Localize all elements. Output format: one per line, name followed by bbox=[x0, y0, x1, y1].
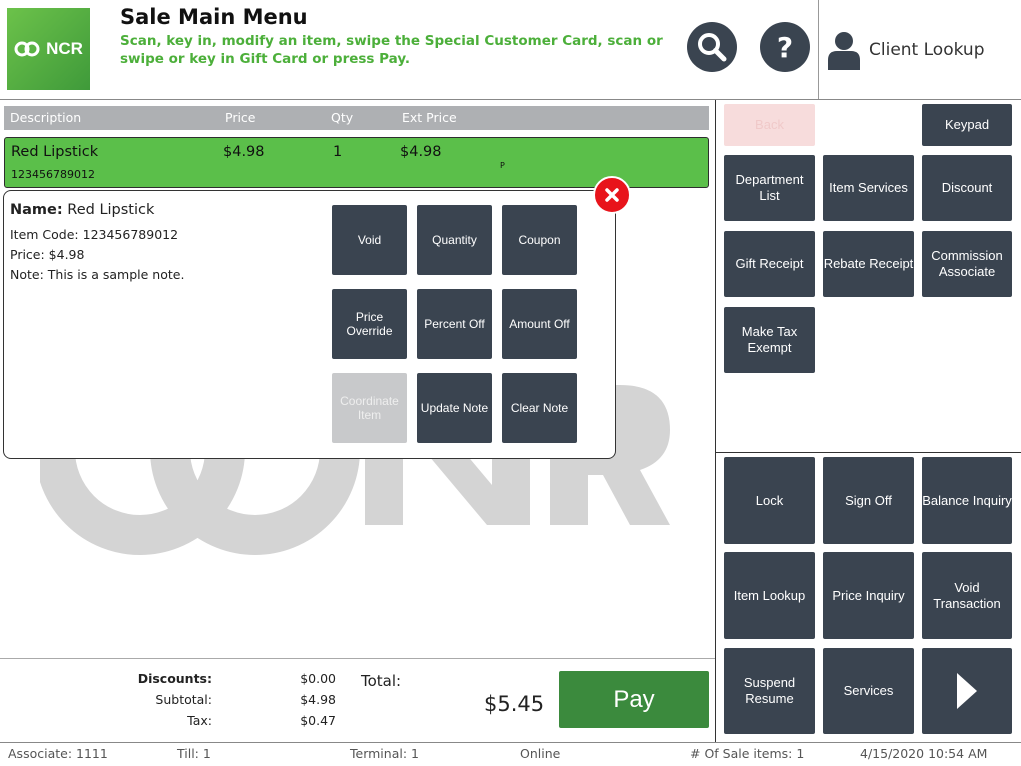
balance-inquiry-button[interactable]: Balance Inquiry bbox=[922, 457, 1012, 544]
status-associate: Associate: 1111 bbox=[8, 746, 108, 761]
search-icon bbox=[698, 33, 727, 62]
quantity-button[interactable]: Quantity bbox=[417, 205, 492, 275]
close-popup-button[interactable] bbox=[593, 176, 631, 214]
discounts-label: Discounts: bbox=[137, 671, 212, 686]
coordinate-item-button: Coordinate Item bbox=[332, 373, 407, 443]
status-online: Online bbox=[520, 746, 561, 761]
right-panel-divider bbox=[715, 452, 1021, 453]
next-page-button[interactable] bbox=[922, 648, 1012, 734]
column-price: Price bbox=[225, 110, 256, 125]
column-ext-price: Ext Price bbox=[402, 110, 457, 125]
column-qty: Qty bbox=[331, 110, 354, 125]
row-price: $4.98 bbox=[223, 144, 265, 160]
svg-text:?: ? bbox=[777, 31, 793, 63]
discount-button[interactable]: Discount bbox=[922, 155, 1012, 221]
commission-associate-button[interactable]: Commission Associate bbox=[922, 231, 1012, 297]
subtotal-value: $4.98 bbox=[300, 692, 336, 707]
panel-divider bbox=[715, 100, 716, 742]
coupon-button[interactable]: Coupon bbox=[502, 205, 577, 275]
status-terminal: Terminal: 1 bbox=[350, 746, 419, 761]
total-value: $5.45 bbox=[484, 692, 545, 716]
row-description: Red Lipstick bbox=[11, 144, 99, 160]
item-services-button[interactable]: Item Services bbox=[823, 155, 914, 221]
item-code-line: Item Code: 123456789012 bbox=[10, 227, 179, 242]
tax-label: Tax: bbox=[187, 713, 212, 728]
item-name-value: Red Lipstick bbox=[67, 202, 155, 218]
price-inquiry-button[interactable]: Price Inquiry bbox=[823, 552, 914, 639]
logo-text: NCR bbox=[46, 39, 83, 58]
search-button[interactable] bbox=[687, 22, 737, 72]
client-lookup-label: Client Lookup bbox=[869, 40, 985, 60]
ncr-logo: NCR bbox=[7, 8, 90, 90]
lock-button[interactable]: Lock bbox=[724, 457, 815, 544]
update-note-button[interactable]: Update Note bbox=[417, 373, 492, 443]
back-button: Back bbox=[724, 104, 815, 146]
question-mark-icon: ? bbox=[777, 31, 793, 63]
gift-receipt-button[interactable]: Gift Receipt bbox=[724, 231, 815, 297]
sign-off-button[interactable]: Sign Off bbox=[823, 457, 914, 544]
client-lookup-button[interactable]: Client Lookup bbox=[818, 0, 1021, 100]
subtotal-label: Subtotal: bbox=[155, 692, 212, 707]
item-grid-header: Description Price Qty Ext Price bbox=[4, 106, 709, 130]
tax-value: $0.47 bbox=[300, 713, 336, 728]
clear-note-button[interactable]: Clear Note bbox=[502, 373, 577, 443]
status-divider bbox=[0, 742, 1021, 743]
person-icon bbox=[828, 32, 860, 70]
item-detail-popup: Name: Red Lipstick Item Code: 1234567890… bbox=[3, 190, 616, 459]
suspend-resume-button[interactable]: Suspend Resume bbox=[724, 648, 815, 734]
arrow-right-icon bbox=[957, 673, 977, 709]
void-transaction-button[interactable]: Void Transaction bbox=[922, 552, 1012, 639]
services-button[interactable]: Services bbox=[823, 648, 914, 734]
close-icon bbox=[605, 188, 619, 202]
department-list-button[interactable]: Department List bbox=[724, 155, 815, 221]
item-lookup-button[interactable]: Item Lookup bbox=[724, 552, 815, 639]
status-sale-items: # Of Sale items: 1 bbox=[690, 746, 805, 761]
row-ext-price: $4.98 bbox=[400, 144, 442, 160]
void-button[interactable]: Void bbox=[332, 205, 407, 275]
item-price-line: Price: $4.98 bbox=[10, 247, 85, 262]
row-qty: 1 bbox=[333, 144, 343, 160]
totals-divider bbox=[0, 658, 715, 659]
percent-off-button[interactable]: Percent Off bbox=[417, 289, 492, 359]
page-instructions: Scan, key in, modify an item, swipe the … bbox=[120, 33, 663, 67]
price-override-button[interactable]: Price Override bbox=[332, 289, 407, 359]
status-datetime: 4/15/2020 10:54 AM bbox=[860, 746, 988, 761]
item-note-line: Note: This is a sample note. bbox=[10, 267, 185, 282]
header-divider bbox=[0, 99, 1021, 100]
item-name-label: Name: bbox=[10, 202, 63, 218]
page-title: Sale Main Menu bbox=[120, 5, 308, 29]
amount-off-button[interactable]: Amount Off bbox=[502, 289, 577, 359]
item-name-line: Name: Red Lipstick bbox=[10, 202, 154, 218]
total-label: Total: bbox=[361, 672, 402, 690]
row-item-code: 123456789012 bbox=[11, 168, 95, 181]
column-description: Description bbox=[10, 110, 82, 125]
row-flag: P bbox=[500, 161, 505, 170]
pay-button[interactable]: Pay bbox=[559, 671, 709, 728]
rebate-receipt-button[interactable]: Rebate Receipt bbox=[823, 231, 914, 297]
make-tax-exempt-button[interactable]: Make Tax Exempt bbox=[724, 307, 815, 373]
discounts-value: $0.00 bbox=[300, 671, 336, 686]
status-till: Till: 1 bbox=[177, 746, 211, 761]
ncr-logo-icon bbox=[14, 41, 40, 57]
keypad-button[interactable]: Keypad bbox=[922, 104, 1012, 146]
help-button[interactable]: ? bbox=[760, 22, 810, 72]
